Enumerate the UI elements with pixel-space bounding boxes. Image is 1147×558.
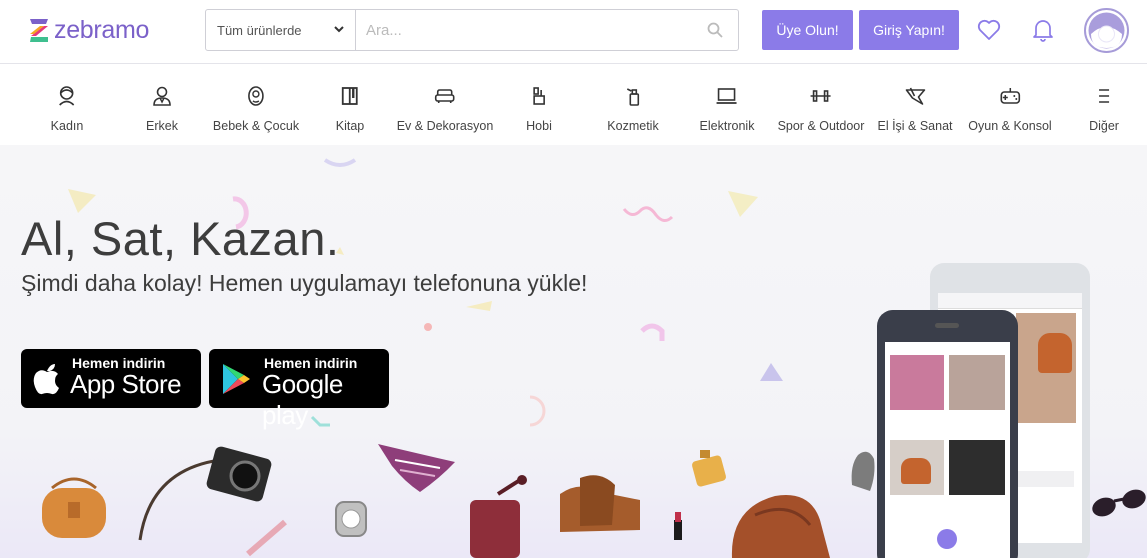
dumbbell-icon <box>810 90 831 102</box>
zebramo-logo-icon <box>30 19 48 42</box>
category-label: Elektronik <box>699 119 755 133</box>
category-kitap[interactable]: Kitap <box>335 64 365 145</box>
hobby-icon <box>533 87 545 105</box>
laptop-icon <box>716 88 737 104</box>
menu-icon <box>1099 89 1109 103</box>
category-hobi[interactable]: Hobi <box>526 64 552 145</box>
google-play-icon <box>223 364 250 394</box>
hero-subtitle: Şimdi daha kolay! Hemen uygulamayı telef… <box>21 270 588 296</box>
category-erkek[interactable]: Erkek <box>146 64 178 145</box>
header: zebramo Tüm ürünlerde Üye Olun! Giriş Ya… <box>0 0 1147 64</box>
googleplay-big-text: Google play <box>262 369 343 430</box>
login-button[interactable]: Giriş Yapın! <box>859 10 959 50</box>
heart-icon <box>977 19 1001 40</box>
chevron-down-icon <box>334 26 344 33</box>
book-icon <box>342 87 358 105</box>
category-label: Kadın <box>50 119 84 133</box>
category-label: Erkek <box>146 119 178 133</box>
hero-title: Al, Sat, Kazan. <box>21 212 340 265</box>
category-oyun-konsol[interactable]: Oyun & Konsol <box>968 64 1052 145</box>
notifications-button[interactable] <box>1029 16 1057 44</box>
brand-name: zebramo <box>54 16 150 44</box>
category-label: Diğer <box>1089 119 1119 133</box>
gamepad-icon <box>1000 88 1020 104</box>
category-nav: Kadın Erkek Bebek & Çocuk Kitap Ev & Dek… <box>0 64 1147 145</box>
favorites-button[interactable] <box>975 16 1003 44</box>
category-kozmetik[interactable]: Kozmetik <box>607 64 659 145</box>
category-label: Kozmetik <box>607 119 659 133</box>
category-bebek-cocuk[interactable]: Bebek & Çocuk <box>213 64 299 145</box>
category-diger[interactable]: Diğer <box>1089 64 1119 145</box>
phone-front-mockup <box>877 310 1018 558</box>
category-spor-outdoor[interactable]: Spor & Outdoor <box>777 64 865 145</box>
category-label: Oyun & Konsol <box>968 119 1052 133</box>
category-el-isi-sanat[interactable]: El İşi & Sanat <box>877 64 953 145</box>
search-bar: Tüm ürünlerde <box>205 9 739 51</box>
apple-icon <box>33 364 59 395</box>
category-label: Bebek & Çocuk <box>212 119 300 133</box>
search-category-select[interactable]: Tüm ürünlerde <box>206 10 356 50</box>
baby-icon <box>248 86 264 106</box>
appstore-big-text: App Store <box>70 369 182 399</box>
hero-banner: Al, Sat, Kazan. Şimdi daha kolay! Hemen … <box>0 145 1147 558</box>
user-avatar-icon <box>1088 12 1125 49</box>
glove-image <box>851 451 875 491</box>
appstore-button[interactable]: Hemen indirin App Store <box>21 349 201 408</box>
woman-icon <box>59 86 75 106</box>
search-icon <box>707 22 723 38</box>
sofa-icon <box>435 89 455 103</box>
category-label: Ev & Dekorasyon <box>396 119 494 133</box>
logo[interactable]: zebramo <box>28 16 149 44</box>
avatar[interactable] <box>1084 8 1129 53</box>
category-label: El İşi & Sanat <box>877 119 953 133</box>
category-elektronik[interactable]: Elektronik <box>699 64 755 145</box>
search-category-label: Tüm ürünlerde <box>217 22 302 38</box>
craft-icon <box>905 87 925 105</box>
sunglasses-image <box>1092 489 1146 517</box>
category-kadin[interactable]: Kadın <box>50 64 84 145</box>
category-ev-dekorasyon[interactable]: Ev & Dekorasyon <box>396 64 494 145</box>
category-label: Kitap <box>335 119 365 133</box>
products-illustration <box>42 444 830 558</box>
bell-icon <box>1033 20 1053 42</box>
signup-button[interactable]: Üye Olun! <box>762 10 853 50</box>
search-input[interactable] <box>356 10 692 50</box>
man-icon <box>153 86 171 106</box>
category-label: Hobi <box>526 119 552 133</box>
search-button[interactable] <box>692 10 738 50</box>
category-label: Spor & Outdoor <box>777 119 865 133</box>
cosmetic-icon <box>626 88 639 106</box>
googleplay-button[interactable]: Hemen indirin Google play <box>209 349 389 430</box>
